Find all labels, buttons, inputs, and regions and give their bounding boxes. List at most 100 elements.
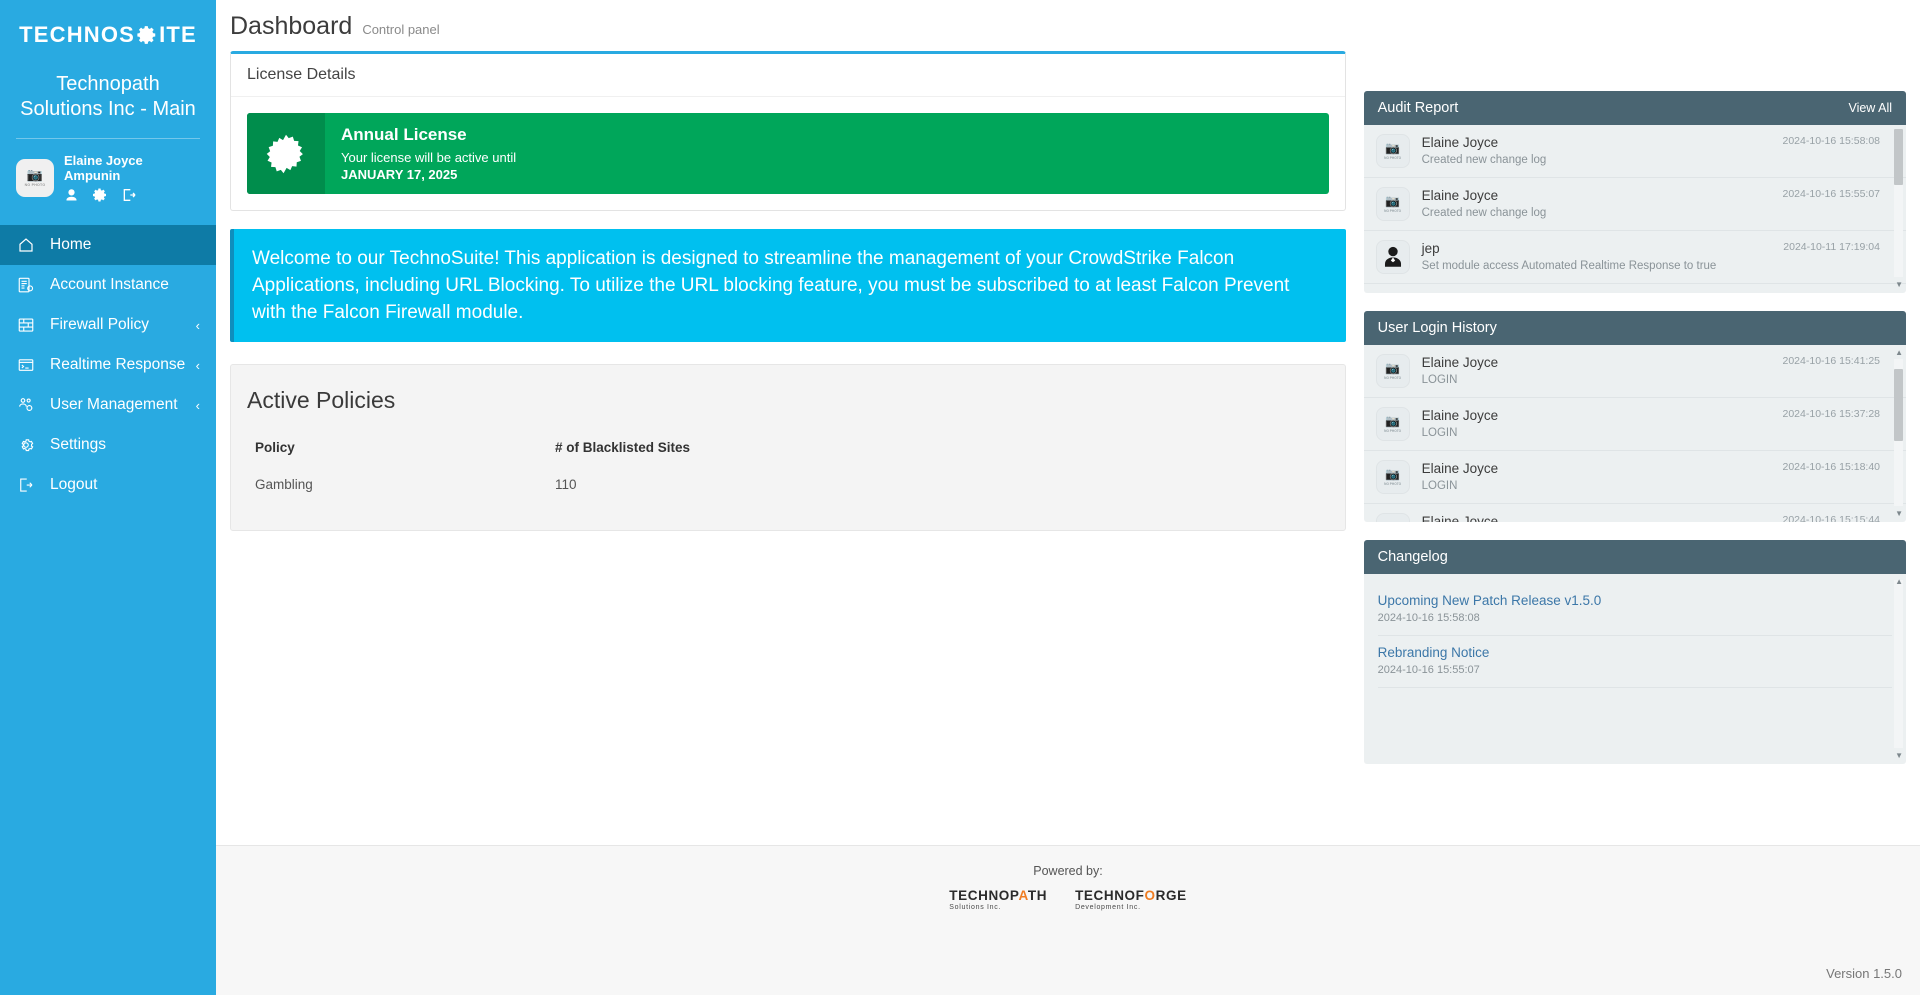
avatar — [1375, 240, 1410, 274]
list-item-timestamp: 2024-10-16 15:37:28 — [1782, 408, 1881, 420]
list-item[interactable]: Rebranding Notice 2024-10-16 15:55:07 — [1377, 636, 1892, 688]
avatar: 📷 NO PHOTO — [1375, 460, 1410, 494]
list-item[interactable]: 📷 NO PHOTO Elaine Joyce LOGIN 2024-10-16… — [1363, 451, 1906, 504]
license-card: Annual License Your license will be acti… — [247, 113, 1329, 194]
audit-report-body: 📷 NO PHOTO Elaine Joyce Created new chan… — [1363, 125, 1906, 293]
brand-text-part2: ITE — [159, 22, 197, 47]
scroll-down-arrow-icon[interactable]: ▼ — [1895, 281, 1903, 289]
scrollbar-thumb[interactable] — [1894, 369, 1903, 441]
list-item-timestamp: 2024-10-11 17:19:04 — [1783, 241, 1880, 253]
avatar: 📷 NO PHOTO — [1375, 513, 1410, 523]
list-item-timestamp: 2024-10-16 15:58:08 — [1782, 135, 1881, 147]
logout-icon — [16, 476, 36, 494]
avatar: 📷 NO PHOTO — [16, 159, 54, 197]
changelog-item-date: 2024-10-16 15:58:08 — [1377, 612, 1480, 624]
cell-policy-name: Gambling — [255, 477, 313, 492]
chevron-left-icon[interactable]: ‹ — [196, 358, 200, 373]
list-item[interactable]: 📷 NO PHOTO Elaine Joyce LOGIN 2024-10-16… — [1364, 504, 1906, 522]
certificate-seal-icon — [247, 113, 325, 194]
page-subtitle: Control panel — [362, 22, 440, 37]
list-item-timestamp: 2024-10-16 15:41:25 — [1782, 355, 1881, 367]
footer: Powered by: TECHNOPATH Solutions Inc. TE… — [216, 845, 1920, 995]
list-item[interactable]: Upcoming New Patch Release v1.5.0 2024-1… — [1377, 584, 1892, 636]
scrollbar[interactable] — [1894, 359, 1903, 506]
list-item-action: LOGIN — [1421, 374, 1458, 386]
column-header-policy: Policy — [255, 440, 295, 455]
scrollbar[interactable] — [1894, 580, 1903, 748]
login-history-list: 📷 NO PHOTO Elaine Joyce LOGIN 2024-10-16… — [1363, 345, 1906, 522]
scroll-up-arrow-icon[interactable]: ▲ — [1895, 578, 1903, 586]
sidebar: TECHNOS ITE Technopath Solutions Inc - M… — [0, 0, 216, 995]
changelog-item-title[interactable]: Upcoming New Patch Release v1.5.0 — [1378, 593, 1892, 608]
login-history-header: User Login History — [1363, 311, 1906, 345]
table-body: Gambling 110 — [247, 469, 1329, 500]
chevron-left-icon[interactable]: ‹ — [196, 398, 200, 413]
technopath-logo-subtitle: Solutions Inc. — [949, 904, 1002, 911]
gear-icon — [16, 436, 36, 454]
sidebar-item-logout[interactable]: Logout — [0, 465, 216, 505]
scroll-up-arrow-icon[interactable]: ▲ — [1895, 349, 1903, 357]
version-label: Version 1.5.0 — [1826, 966, 1902, 981]
license-type: Annual License — [341, 125, 467, 144]
technopath-logo: TECHNOPATH Solutions Inc. — [949, 888, 1047, 911]
chevron-left-icon[interactable]: ‹ — [196, 318, 200, 333]
footer-logos: TECHNOPATH Solutions Inc. TECHNOFORGE De… — [949, 888, 1186, 911]
list-item-timestamp: 2024-10-16 15:15:44 — [1782, 514, 1881, 522]
brand-logo[interactable]: TECHNOS ITE — [0, 0, 216, 72]
list-item[interactable]: 📷 NO PHOTO Elaine Joyce LOGIN 2024-10-16… — [1363, 398, 1906, 451]
camera-icon: 📷 — [1385, 521, 1400, 523]
list-item[interactable]: jep Set module access Automated Realtime… — [1363, 231, 1906, 284]
sidebar-item-user-management[interactable]: User Management ‹ — [0, 385, 216, 425]
avatar: 📷 NO PHOTO — [1375, 187, 1410, 221]
changelog-panel: Changelog Upcoming New Patch Release v1.… — [1363, 540, 1906, 764]
scrollbar-thumb[interactable] — [1894, 129, 1903, 185]
terminal-icon — [16, 356, 36, 374]
scroll-down-arrow-icon[interactable]: ▼ — [1895, 752, 1903, 760]
audit-report-list: 📷 NO PHOTO Elaine Joyce Created new chan… — [1363, 125, 1906, 293]
account-instance-icon — [16, 276, 36, 294]
sidebar-item-settings[interactable]: Settings — [0, 425, 216, 465]
logout-icon[interactable] — [121, 187, 137, 203]
avatar-no-photo-label: NO PHOTO — [24, 183, 46, 187]
list-item[interactable]: 📷 NO PHOTO Elaine Joyce Set module acces… — [1364, 284, 1906, 293]
scrollbar-track[interactable] — [1894, 580, 1903, 748]
active-policies-panel: Active Policies Policy # of Blacklisted … — [230, 364, 1346, 531]
sidebar-item-home[interactable]: Home — [0, 225, 216, 265]
active-policies-table: Policy # of Blacklisted Sites Gambling 1… — [247, 436, 1329, 500]
changelog-title: Changelog — [1377, 549, 1448, 565]
scrollbar[interactable] — [1894, 129, 1903, 277]
list-item-action: Created new change log — [1421, 154, 1547, 166]
scroll-down-arrow-icon[interactable]: ▼ — [1895, 510, 1903, 518]
license-expiry: JANUARY 17, 2025 — [341, 167, 458, 182]
settings-icon[interactable] — [92, 187, 108, 203]
camera-icon: 📷 — [26, 167, 44, 182]
list-item[interactable]: 📷 NO PHOTO Elaine Joyce LOGIN 2024-10-16… — [1363, 345, 1906, 398]
avatar: 📷 NO PHOTO — [1375, 407, 1410, 441]
sidebar-item-account-instance[interactable]: Account Instance — [0, 265, 216, 305]
view-all-link[interactable]: View All — [1848, 101, 1892, 115]
table-header: Policy # of Blacklisted Sites — [247, 436, 1329, 469]
audit-report-panel: Audit Report View All 📷 NO PHOTO Elaine … — [1363, 91, 1906, 293]
page-title: Dashboard — [230, 12, 353, 40]
license-details-title: License Details — [231, 54, 1345, 97]
audit-report-header: Audit Report View All — [1363, 91, 1906, 125]
list-item[interactable]: 📷 NO PHOTO Elaine Joyce Created new chan… — [1363, 178, 1906, 231]
login-history-title: User Login History — [1377, 320, 1497, 336]
technoforge-logo-subtitle: Development Inc. — [1075, 904, 1141, 911]
list-item-action: Set module access Automated Realtime Res… — [1421, 260, 1717, 272]
user-login-history-panel: User Login History 📷 NO PHOTO Elaine Joy… — [1363, 311, 1906, 522]
sidebar-item-firewall-policy[interactable]: Firewall Policy ‹ — [0, 305, 216, 345]
profile-icon[interactable] — [64, 188, 79, 203]
main-content: Dashboard Control panel License Details … — [216, 0, 1920, 995]
firewall-icon — [16, 316, 36, 334]
license-text: Annual License Your license will be acti… — [325, 113, 532, 194]
avatar: 📷 NO PHOTO — [1375, 354, 1410, 388]
list-item[interactable]: 📷 NO PHOTO Elaine Joyce Created new chan… — [1363, 125, 1906, 178]
sidebar-user-block: 📷 NO PHOTO Elaine Joyce Ampunin — [0, 139, 216, 219]
changelog-item-date: 2024-10-16 15:55:07 — [1377, 664, 1480, 676]
changelog-body: Upcoming New Patch Release v1.5.0 2024-1… — [1363, 574, 1906, 764]
changelog-item-title[interactable]: Rebranding Notice — [1378, 645, 1892, 660]
sidebar-item-realtime-response[interactable]: Realtime Response ‹ — [0, 345, 216, 385]
sidebar-item-label: User Management — [50, 396, 178, 413]
column-header-blacklisted-sites: # of Blacklisted Sites — [555, 440, 691, 455]
